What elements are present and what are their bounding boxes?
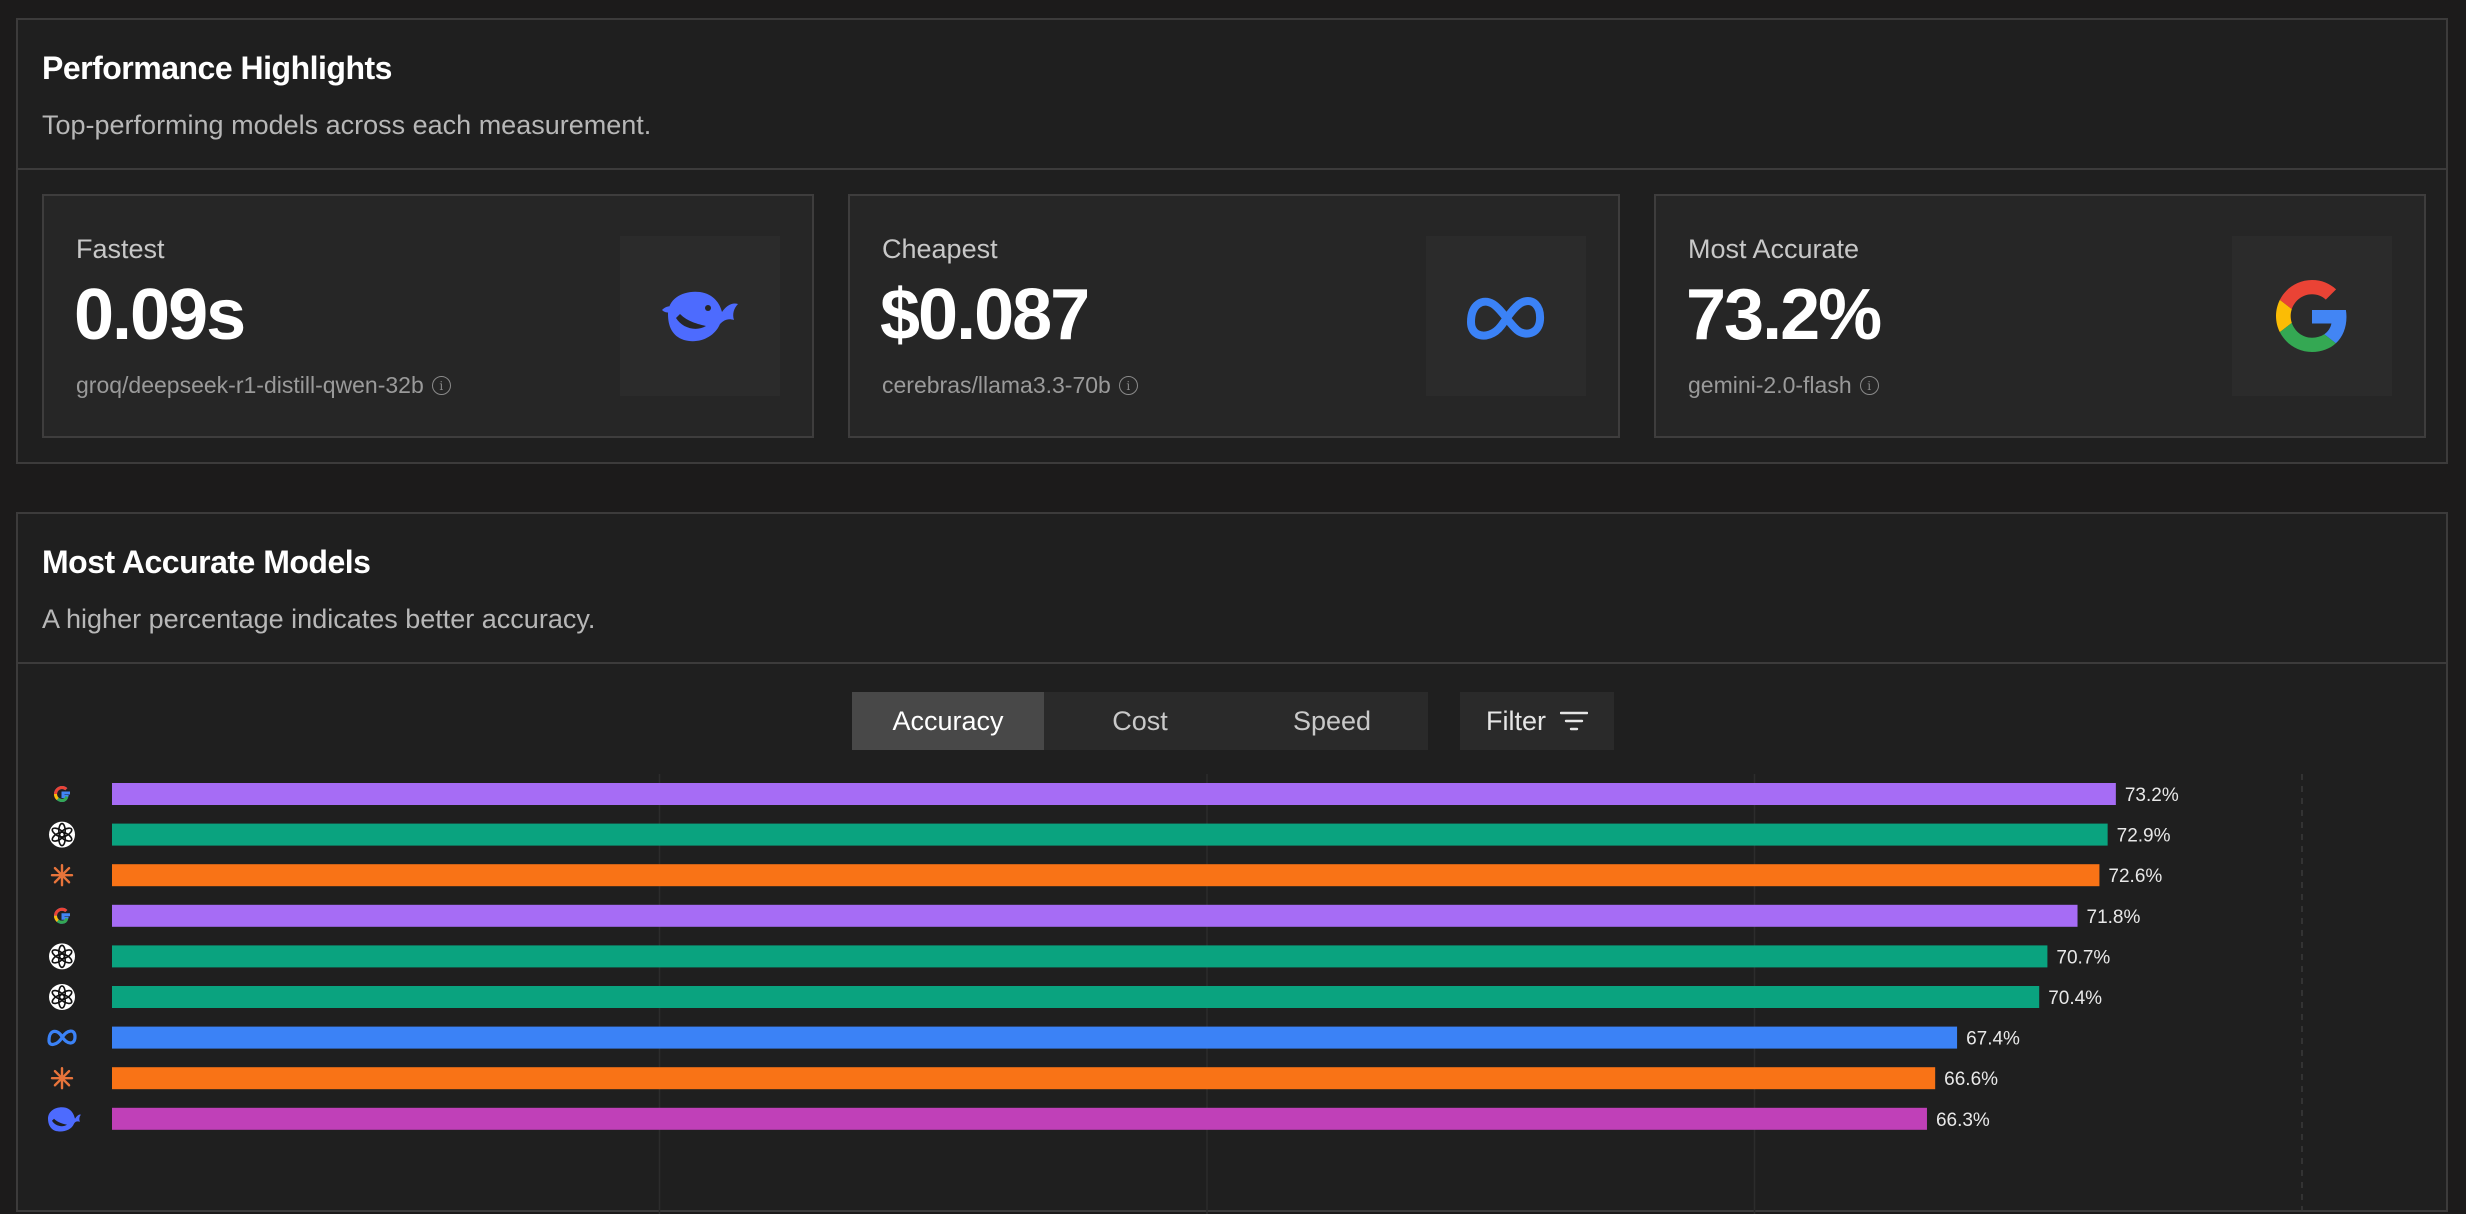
performance-highlights-panel: Performance Highlights Top-performing mo… [16, 18, 2448, 464]
most-accurate-card: Most Accurate 73.2% gemini-2.0-flash i [1654, 194, 2426, 438]
info-icon[interactable]: i [432, 376, 451, 395]
tab-cost[interactable]: Cost [1044, 692, 1236, 750]
chart-toolbar: Accuracy Cost Speed Filter [18, 692, 2446, 750]
most-accurate-models-panel: Most Accurate Models A higher percentage… [16, 512, 2448, 1212]
deepseek-icon [620, 236, 780, 396]
bar[interactable] [112, 945, 2047, 967]
metric-tabs: Accuracy Cost Speed [852, 692, 1428, 750]
deepseek-icon [48, 1107, 81, 1131]
filter-label: Filter [1486, 706, 1546, 737]
card-model: gemini-2.0-flash i [1688, 372, 1879, 399]
tab-speed[interactable]: Speed [1236, 692, 1428, 750]
filter-button[interactable]: Filter [1460, 692, 1614, 750]
bar-value-label: 72.6% [2108, 866, 2162, 887]
card-label: Fastest [76, 234, 165, 265]
fastest-card: Fastest 0.09s groq/deepseek-r1-distill-q… [42, 194, 814, 438]
bar-value-label: 70.7% [2056, 947, 2110, 968]
bar[interactable] [112, 1108, 1927, 1130]
highlights-subtitle: Top-performing models across each measur… [42, 110, 651, 141]
bar-value-label: 73.2% [2125, 785, 2179, 806]
accuracy-title: Most Accurate Models [42, 544, 370, 581]
bar[interactable] [112, 986, 2039, 1008]
google-icon [2232, 236, 2392, 396]
bar[interactable] [112, 905, 2078, 927]
info-icon[interactable]: i [1860, 376, 1879, 395]
tab-accuracy[interactable]: Accuracy [852, 692, 1044, 750]
card-model: groq/deepseek-r1-distill-qwen-32b i [76, 372, 451, 399]
bar-value-label: 72.9% [2117, 826, 2171, 847]
anthropic-icon [52, 1068, 72, 1088]
bar-value-label: 70.4% [2048, 988, 2102, 1009]
card-value: 0.09s [74, 274, 244, 356]
info-icon[interactable]: i [1119, 376, 1138, 395]
bar-value-label: 71.8% [2087, 907, 2141, 928]
card-model-name: groq/deepseek-r1-distill-qwen-32b [76, 372, 424, 399]
card-label: Cheapest [882, 234, 998, 265]
highlights-header: Performance Highlights Top-performing mo… [18, 20, 2446, 170]
bar-value-label: 66.3% [1936, 1110, 1990, 1131]
bar[interactable] [112, 1067, 1935, 1089]
card-value: 73.2% [1686, 274, 1880, 356]
card-label: Most Accurate [1688, 234, 1859, 265]
openai-icon [49, 984, 75, 1010]
card-model: cerebras/llama3.3-70b i [882, 372, 1138, 399]
bar-value-label: 67.4% [1966, 1029, 2020, 1050]
meta-icon [49, 1031, 75, 1044]
highlights-title: Performance Highlights [42, 50, 392, 87]
openai-icon [49, 822, 75, 848]
bar[interactable] [112, 783, 2116, 805]
accuracy-header: Most Accurate Models A higher percentage… [18, 514, 2446, 664]
accuracy-bar-chart: 73.2% 72.9% 72.6% 71.8% 70.7% 70.4% 67.4% 66.6%… [18, 774, 2446, 1214]
anthropic-icon [52, 865, 72, 885]
google-icon [56, 909, 71, 922]
card-model-name: cerebras/llama3.3-70b [882, 372, 1111, 399]
card-value: $0.087 [880, 274, 1088, 356]
card-model-name: gemini-2.0-flash [1688, 372, 1852, 399]
filter-icon [1560, 710, 1588, 732]
google-icon [56, 788, 71, 801]
bar-value-label: 66.6% [1944, 1069, 1998, 1090]
bar[interactable] [112, 824, 2108, 846]
openai-icon [49, 943, 75, 969]
bar[interactable] [112, 864, 2099, 886]
accuracy-subtitle: A higher percentage indicates better acc… [42, 604, 595, 635]
meta-icon [1426, 236, 1586, 396]
highlight-cards: Fastest 0.09s groq/deepseek-r1-distill-q… [42, 194, 2426, 438]
cheapest-card: Cheapest $0.087 cerebras/llama3.3-70b i [848, 194, 1620, 438]
bar[interactable] [112, 1027, 1957, 1049]
